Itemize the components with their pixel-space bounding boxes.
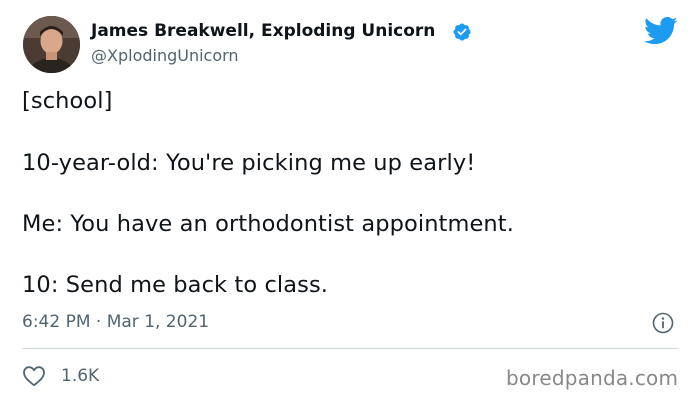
author-handle[interactable]: @XplodingUnicorn xyxy=(91,46,239,65)
twitter-bird-icon[interactable] xyxy=(644,16,678,46)
avatar[interactable] xyxy=(23,16,80,73)
tweet-timestamp[interactable]: 6:42 PM · Mar 1, 2021 xyxy=(22,312,209,332)
heart-icon xyxy=(23,366,45,387)
like-button[interactable]: 1.6K xyxy=(22,365,99,387)
tweet-card: James Breakwell, Exploding Unicorn @Xplo… xyxy=(0,0,700,402)
tweet-text-line: 10-year-old: You're picking me up early! xyxy=(22,150,476,176)
like-count: 1.6K xyxy=(61,366,100,386)
tweet-text-line: Me: You have an orthodontist appointment… xyxy=(22,211,514,237)
verified-badge-icon xyxy=(453,23,471,41)
avatar-image xyxy=(23,16,80,73)
tweet-text-line: 10: Send me back to class. xyxy=(22,272,329,298)
author-display-name[interactable]: James Breakwell, Exploding Unicorn xyxy=(91,21,435,41)
watermark: boredpanda.com xyxy=(506,366,679,390)
tweet-text-line: [school] xyxy=(22,88,113,114)
info-icon[interactable] xyxy=(652,312,674,334)
divider xyxy=(22,348,678,349)
